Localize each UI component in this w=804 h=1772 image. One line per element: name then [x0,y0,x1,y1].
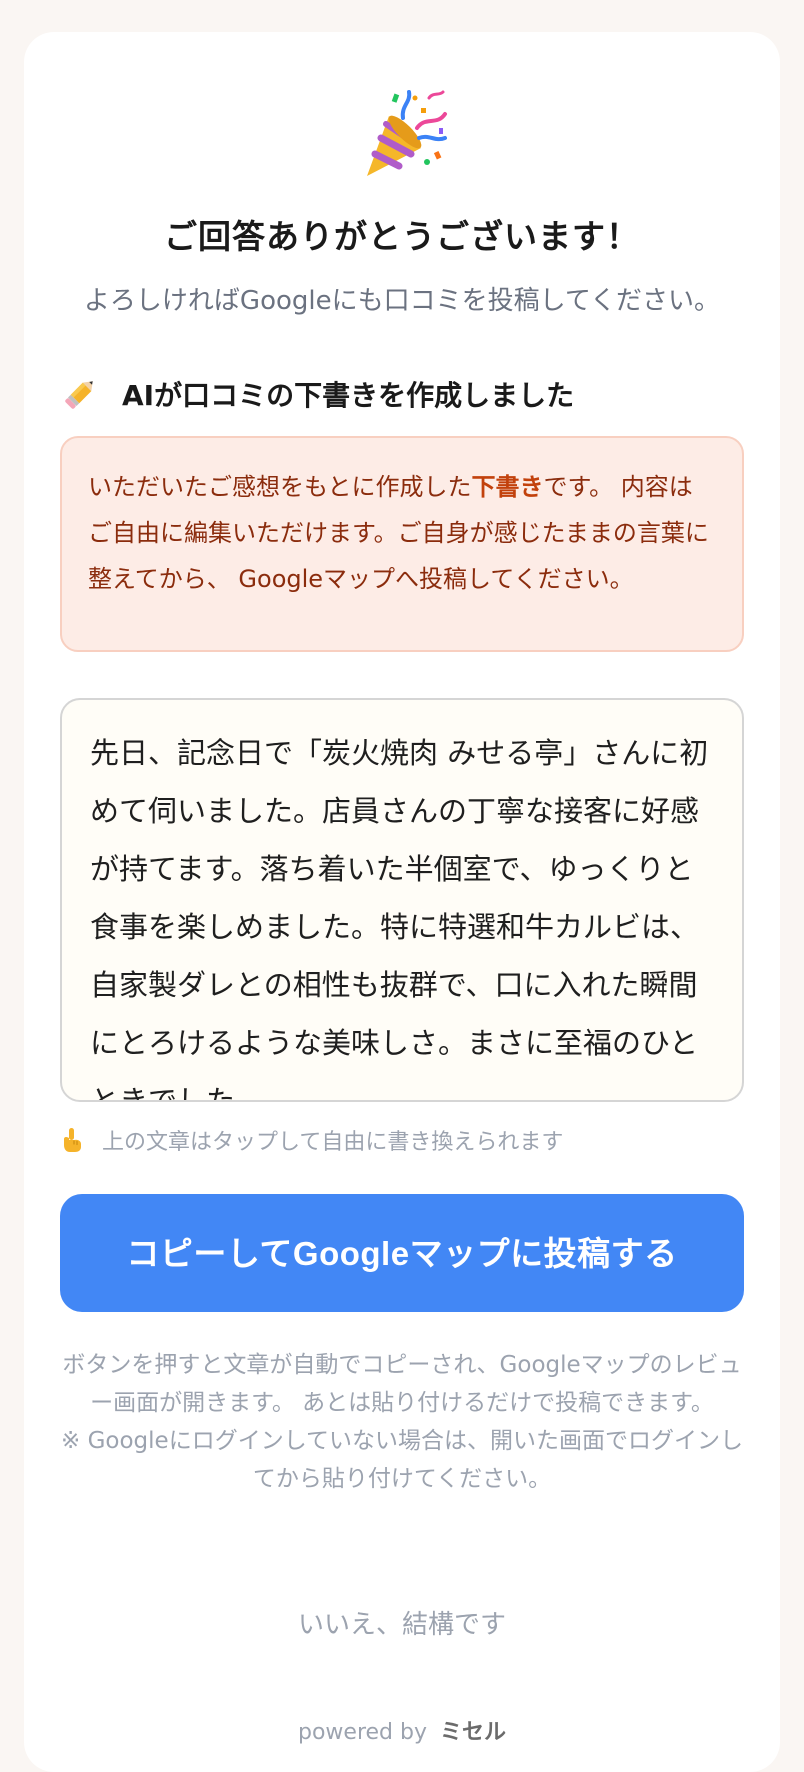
page-subtitle: よろしければGoogleにも口コミを投稿してください。 [83,286,721,316]
copy-and-post-button[interactable]: コピーしてGoogleマップに投稿する [60,1194,744,1312]
page-title: ご回答ありがとうございます！ [164,217,640,256]
brand-logo: ミセル [439,1720,506,1745]
notice-highlight: 下書き [471,473,544,501]
decline-link[interactable]: いいえ、結構です [24,1604,780,1641]
draft-section-header: AIが口コミの下書きを作成しました [60,372,574,416]
copy-explanation: ボタンを押すと文章が自動でコピーされ、Googleマップのレビュー画面が開きます… [60,1346,744,1498]
draft-notice: いただいたご感想をもとに作成した下書きです。 内容はご自由に編集いただけます。ご… [60,436,744,652]
notice-text-part1: いただいたご感想をもとに作成した [88,473,472,501]
draft-section-title: AIが口コミの下書きを作成しました [122,379,575,412]
party-popper-icon [367,90,447,176]
edit-hint-text: 上の文章はタップして自由に書き換えられます [102,1130,564,1155]
pointing-hand-icon [64,1128,81,1152]
review-draft-textarea[interactable]: 先日、記念日で「炭火焼肉 みせる亭」さんに初めて伺いました。店員さんの丁寧な接客… [60,698,744,1102]
powered-by-footer: powered by ミセル [24,1714,780,1746]
copy-explanation-line1: ボタンを押すと文章が自動でコピーされ、Googleマップのレビュー画面が開きます… [62,1352,742,1416]
edit-hint: 上の文章はタップして自由に書き換えられます [60,1124,563,1156]
pencil-icon [65,381,93,409]
review-card: ご回答ありがとうございます！ よろしければGoogleにも口コミを投稿してくださ… [24,32,780,1772]
powered-by-text: powered by [297,1720,427,1745]
copy-explanation-line2: ※ Googleにログインしていない場合は、開いた画面でログインしてから貼り付け… [61,1428,743,1492]
